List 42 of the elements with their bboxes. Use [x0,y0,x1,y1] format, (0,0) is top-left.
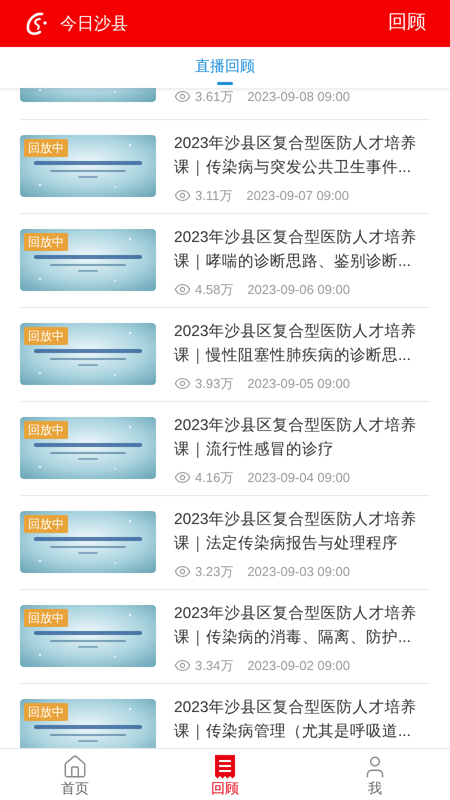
replay-badge: 回放中 [24,609,68,627]
replay-badge: 回放中 [24,327,68,345]
video-item[interactable]: 回放中 2023年沙县区复合型医防人才培养课｜传染病的消毒、隔离、防护... 3.34万 2023-09-02 09:00 [20,590,430,684]
video-item[interactable]: 回放中 2023年沙县区复合型医防人才培养课｜流行性感冒的诊疗 4.16万 2023-09-04 09:00 [20,402,430,496]
video-date: 2023-09-08 09:00 [247,88,350,106]
list-icon [213,754,237,780]
view-count: 4.58万 [195,281,234,299]
video-title: 2023年沙县区复合型医防人才培养课｜法定传染病报告与处理程序 [174,510,418,554]
video-date: 2023-09-03 09:00 [247,563,350,581]
replay-badge: 回放中 [24,703,68,721]
tab[interactable]: 直播回顾 [189,47,261,88]
video-date: 2023-09-05 09:00 [247,375,350,393]
view-count: 3.11万 [195,187,232,205]
video-title: 2023年沙县区复合型医防人才培养课｜流行性感冒的诊疗 [174,416,418,460]
replay-badge: 回放中 [24,421,68,439]
video-item[interactable]: 回放中 2023年沙县区复合型医防人才培养课｜法定传染病报告与处理程序 3.23万 2023-09-03 09:00 [20,496,430,590]
view-count: 3.93万 [195,375,234,393]
video-item[interactable]: 回放中 2023年沙县区复合型医防人才培养课｜传染病与突发公共卫生事件... 3.11万 2023-09-07 09:00 [20,120,430,214]
video-title: 2023年沙县区复合型医防人才培养课｜慢性阻塞性肺疾病的诊断思... [174,322,418,366]
replay-badge: 回放中 [24,515,68,533]
video-date: 2023-09-04 09:00 [247,469,350,487]
replay-badge: 回放中 [24,139,68,157]
nav-tab[interactable]: 我 [300,749,450,800]
view-count: 4.16万 [195,469,234,487]
app-name: 今日沙县 [60,12,128,35]
page-title: 回顾 [388,11,426,36]
view-count: 3.61万 [195,88,234,106]
replay-badge: 回放中 [24,233,68,251]
video-date: 2023-09-02 09:00 [247,657,350,675]
video-title: 2023年沙县区复合型医防人才培养课｜传染病管理（尤其是呼吸道... [174,698,418,742]
video-date: 2023-09-06 09:00 [247,281,350,299]
video-title: 2023年沙县区复合型医防人才培养课｜传染病的消毒、隔离、防护... [174,604,418,648]
video-title: 2023年沙县区复合型医防人才培养课｜传染病与突发公共卫生事件... [174,134,418,178]
video-item[interactable]: 回放中 2023年沙县区复合型医防人才培养课｜慢性阻塞性肺疾病的诊断思... 3.93万 2023-09-05 09:00 [20,308,430,402]
video-date: 2023-09-07 09:00 [246,187,349,205]
nav-tab[interactable]: 回顾 [150,749,300,800]
view-count: 3.34万 [195,657,234,675]
eye-icon [174,88,191,105]
video-item[interactable]: 回放中 2023年沙县区复合型医防人才培养课｜哮喘的诊断思路、鉴别诊断... 4.58万 2023-09-06 09:00 [20,214,430,308]
view-count: 3.23万 [195,563,234,581]
video-title: 2023年沙县区复合型医防人才培养课｜哮喘的诊断思路、鉴别诊断... [174,228,418,272]
nav-tab[interactable]: 首页 [0,749,150,800]
